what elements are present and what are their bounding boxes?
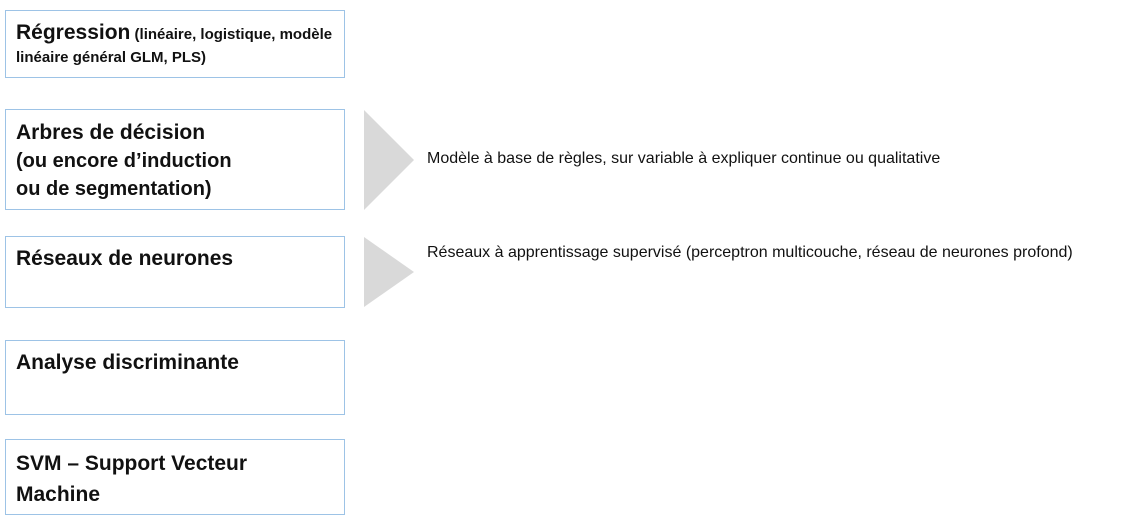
svm-title: SVM – Support Vecteur Machine xyxy=(16,452,248,506)
discriminant-analysis-box: Analyse discriminante xyxy=(5,340,345,415)
svm-box: SVM – Support Vecteur Machine xyxy=(5,439,345,515)
decision-trees-description: Modèle à base de règles, sur variable à … xyxy=(427,150,941,167)
regression-title: Régression xyxy=(16,21,131,44)
neural-networks-description: Réseaux à apprentissage supervisé (perce… xyxy=(427,244,1073,261)
neural-networks-title: Réseaux de neurones xyxy=(16,247,234,270)
decision-trees-subtitle: (ou encore d’induction ou de segmentatio… xyxy=(16,150,232,200)
chevron-right-icon xyxy=(364,110,414,210)
decision-trees-box: Arbres de décision (ou encore d’inductio… xyxy=(5,109,345,210)
chevron-right-icon xyxy=(364,237,414,307)
decision-trees-title: Arbres de décision xyxy=(16,121,206,144)
discriminant-analysis-title: Analyse discriminante xyxy=(16,351,239,374)
neural-networks-box: Réseaux de neurones xyxy=(5,236,345,308)
regression-box: Régression (linéaire, logistique, modèle… xyxy=(5,10,345,78)
